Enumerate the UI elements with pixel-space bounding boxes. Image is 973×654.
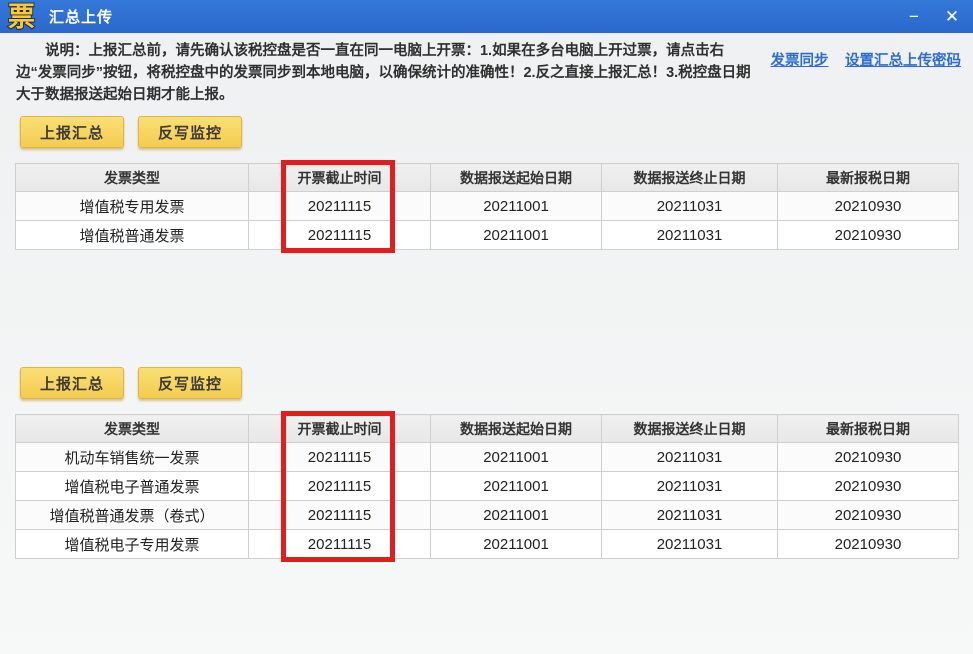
table-cell: 20211115	[248, 442, 431, 472]
table-header-row: 发票类型 开票截止时间 数据报送起始日期 数据报送终止日期 最新报税日期	[15, 414, 959, 443]
table-cell: 20211115	[248, 191, 431, 221]
table-cell: 20211001	[430, 442, 602, 472]
table-cell: 20211001	[430, 191, 602, 221]
invoice-table: 发票类型 开票截止时间 数据报送起始日期 数据报送终止日期 最新报税日期 机动车销售统一发…	[15, 414, 959, 559]
table-cell: 20210930	[777, 500, 959, 530]
invoice-table-2: 发票类型 开票截止时间 数据报送起始日期 数据报送终止日期 最新报税日期 机动车销售统一发…	[15, 411, 959, 562]
window-title: 汇总上传	[49, 9, 114, 26]
report-summary-button[interactable]: 上报汇总	[20, 116, 125, 148]
table-cell: 增值税专用发票	[15, 191, 249, 221]
close-icon[interactable]: ✕	[941, 8, 963, 25]
set-upload-password-link[interactable]: 设置汇总上传密码	[845, 53, 961, 69]
table-header-cell: 最新报税日期	[777, 163, 959, 192]
writeback-monitor-button[interactable]: 反写监控	[138, 367, 243, 399]
table-cell: 20211115	[248, 220, 431, 250]
table-cell: 20211031	[601, 220, 778, 250]
top-links: 发票同步 设置汇总上传密码	[759, 49, 961, 106]
report-summary-button[interactable]: 上报汇总	[20, 367, 125, 399]
table-header-cell: 数据报送终止日期	[601, 414, 778, 443]
table-row: 增值税电子专用发票 20211115 20211001 20211031 2021093…	[15, 529, 959, 559]
table-header-cell: 开票截止时间	[248, 163, 431, 192]
table-cell: 增值税电子普通发票	[15, 471, 249, 501]
table-cell: 增值税电子专用发票	[15, 529, 249, 559]
table-cell: 20211031	[601, 471, 778, 501]
minimize-icon[interactable]: −	[903, 8, 925, 25]
table-header-row: 发票类型 开票截止时间 数据报送起始日期 数据报送终止日期 最新报税日期	[15, 163, 959, 192]
table-cell: 20211031	[601, 500, 778, 530]
notice-row: 说明：上报汇总前，请先确认该税控盘是否一直在同一电脑上开票：1.如果在多台电脑上…	[0, 33, 973, 106]
invoice-sync-link[interactable]: 发票同步	[771, 53, 829, 69]
table-cell: 20211031	[601, 529, 778, 559]
table-cell: 20211001	[430, 529, 602, 559]
table-cell: 20210930	[777, 442, 959, 472]
table-row: 增值税普通发票（卷式） 20211115 20211001 20211031 20210…	[15, 500, 959, 530]
table-row: 增值税专用发票 20211115 20211001 20211031 20210930	[15, 191, 959, 221]
table-cell: 20211001	[430, 471, 602, 501]
titlebar: 票 汇总上传 − ✕	[0, 0, 973, 33]
table-cell: 20210930	[777, 191, 959, 221]
table-header-cell: 发票类型	[15, 414, 249, 443]
writeback-monitor-button[interactable]: 反写监控	[138, 116, 243, 148]
table-header-cell: 数据报送起始日期	[430, 163, 602, 192]
table-cell: 20210930	[777, 529, 959, 559]
table-row: 增值税普通发票 20211115 20211001 20211031 20210930	[15, 220, 959, 250]
table-row: 增值税电子普通发票 20211115 20211001 20211031 2021093…	[15, 471, 959, 501]
table-cell: 20211001	[430, 500, 602, 530]
invoice-table: 发票类型 开票截止时间 数据报送起始日期 数据报送终止日期 最新报税日期 增值税专用发票 2…	[15, 163, 959, 250]
section2-buttons: 上报汇总 反写监控	[20, 367, 973, 399]
table-cell: 增值税普通发票（卷式）	[15, 500, 249, 530]
window-controls: − ✕	[903, 8, 963, 25]
table-cell: 20210930	[777, 471, 959, 501]
table-cell: 20211031	[601, 191, 778, 221]
table-header-cell: 数据报送起始日期	[430, 414, 602, 443]
table-cell: 增值税普通发票	[15, 220, 249, 250]
section1-buttons: 上报汇总 反写监控	[20, 116, 973, 148]
table-cell: 20211001	[430, 220, 602, 250]
table-cell: 20211115	[248, 500, 431, 530]
invoice-table-1: 发票类型 开票截止时间 数据报送起始日期 数据报送终止日期 最新报税日期 增值税专用发票 2…	[15, 160, 959, 253]
table-cell: 20211115	[248, 529, 431, 559]
table-header-cell: 开票截止时间	[248, 414, 431, 443]
table-cell: 20211115	[248, 471, 431, 501]
notice-text: 说明：上报汇总前，请先确认该税控盘是否一直在同一电脑上开票：1.如果在多台电脑上…	[16, 43, 751, 103]
table-cell: 20211031	[601, 442, 778, 472]
table-cell: 20210930	[777, 220, 959, 250]
table-header-cell: 发票类型	[15, 163, 249, 192]
table-header-cell: 数据报送终止日期	[601, 163, 778, 192]
table-header-cell: 最新报税日期	[777, 414, 959, 443]
table-row: 机动车销售统一发票 20211115 20211001 20211031 2021093…	[15, 442, 959, 472]
app-logo-icon: 票	[7, 1, 36, 33]
table-cell: 机动车销售统一发票	[15, 442, 249, 472]
